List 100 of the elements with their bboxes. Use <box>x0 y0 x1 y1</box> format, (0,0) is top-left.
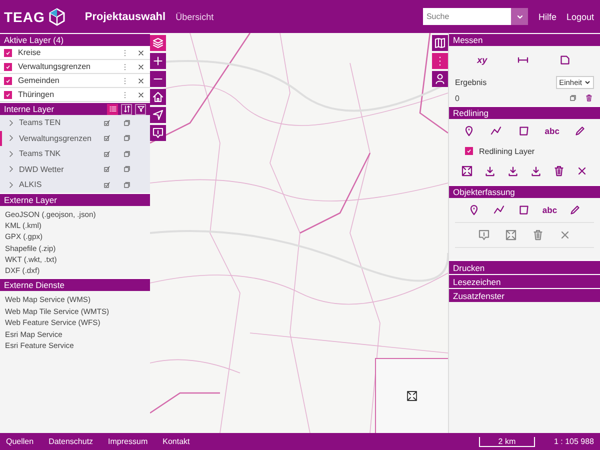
app-title: Projektauswahl <box>84 10 166 22</box>
zoom-out-button[interactable] <box>150 71 166 87</box>
polygon-tool[interactable] <box>517 124 532 138</box>
polyline-icon <box>490 125 502 137</box>
copy-button[interactable] <box>121 164 132 175</box>
scale-ratio: 1 : 105 988 <box>554 437 594 446</box>
layer-group-name: Verwaltungsgrenzen <box>19 134 92 143</box>
freehand-tool[interactable] <box>568 203 582 217</box>
plus-icon <box>152 55 164 67</box>
close-icon <box>137 90 145 98</box>
overview-map[interactable] <box>375 358 448 433</box>
home-button[interactable] <box>150 89 166 105</box>
layer-group-row[interactable]: ALKIS <box>0 177 150 192</box>
cube-logo-icon <box>46 6 67 26</box>
header-link[interactable]: Logout <box>566 12 594 22</box>
polygon-icon <box>518 204 530 216</box>
download-button[interactable] <box>529 164 544 178</box>
sort-button[interactable] <box>121 104 132 114</box>
section-title: Externe Dienste <box>4 280 64 290</box>
section-header[interactable]: Zusatzfenster <box>449 288 600 302</box>
nav-link[interactable]: Übersicht <box>176 12 214 22</box>
layer-group-name: ALKIS <box>19 180 43 190</box>
info-icon <box>478 229 490 241</box>
download-button[interactable] <box>506 164 520 178</box>
section-title: Interne Layer <box>4 104 54 114</box>
header-link[interactable]: Hilfe <box>538 12 556 22</box>
checkbox[interactable] <box>4 48 12 56</box>
download-icon <box>506 165 519 177</box>
copy-icon <box>122 165 130 174</box>
checkbox[interactable] <box>4 62 12 70</box>
layer-group-row[interactable]: Teams TNK <box>0 146 150 162</box>
list-view-button[interactable] <box>107 104 118 114</box>
area-tool[interactable] <box>558 53 572 67</box>
filter-button[interactable] <box>135 104 146 114</box>
close-icon <box>137 76 145 84</box>
freehand-tool[interactable] <box>573 124 588 138</box>
footer-link[interactable]: Datenschutz <box>48 437 94 446</box>
logo-text: TEAG <box>4 8 45 24</box>
navigation-arrow-icon <box>152 109 164 121</box>
layers-button[interactable] <box>150 35 166 51</box>
result-label: Ergebnis <box>455 78 487 86</box>
layer-name: Verwaltungsgrenzen <box>18 62 92 71</box>
section-header[interactable]: Drucken <box>449 260 600 274</box>
copy-icon <box>122 180 130 189</box>
user-button[interactable] <box>432 71 448 87</box>
layer-name: Gemeinden <box>18 76 60 85</box>
map-icon <box>434 37 446 49</box>
text-tool[interactable]: abc <box>542 203 558 217</box>
user-icon <box>434 73 446 85</box>
scale-bar: 2 km <box>478 436 535 446</box>
checkbox[interactable] <box>4 90 12 98</box>
info-button[interactable] <box>150 125 166 141</box>
polyline-icon <box>492 204 505 216</box>
copy-button[interactable] <box>121 148 132 160</box>
info-icon <box>152 127 164 139</box>
delete-button[interactable] <box>584 93 594 103</box>
copy-icon <box>122 118 130 127</box>
coordinate-tool[interactable]: xy <box>477 53 488 67</box>
download-icon <box>484 165 496 177</box>
section-header[interactable]: Lesezeichen <box>449 274 600 288</box>
select-all-button[interactable] <box>101 132 112 144</box>
zoom-extent-button[interactable] <box>460 164 474 178</box>
layer-group-name: Teams TEN <box>19 118 62 128</box>
dropdown-button[interactable] <box>511 8 528 25</box>
map-button[interactable] <box>432 35 448 51</box>
layer-row[interactable]: Verwaltungsgrenzen <box>0 60 150 74</box>
footer-link[interactable]: Kontakt <box>162 437 190 446</box>
download-icon <box>530 165 542 177</box>
home-icon <box>152 91 164 103</box>
text-tool[interactable]: abc <box>544 124 560 138</box>
copy-button[interactable] <box>568 93 578 103</box>
section-title: Redlining <box>453 108 488 118</box>
result-value: 0 <box>455 94 460 102</box>
search-field[interactable]: Suche <box>423 8 512 25</box>
layer-group-row[interactable]: DWD Wetter <box>0 162 150 177</box>
layer-row[interactable]: Gemeinden <box>0 74 150 88</box>
polygon-tool[interactable] <box>517 203 532 217</box>
close-icon <box>137 62 145 70</box>
copy-button[interactable] <box>121 179 132 190</box>
layer-name: Kreise <box>18 48 42 57</box>
layer-row[interactable]: Kreise <box>0 46 150 60</box>
footer-link[interactable]: Impressum <box>108 437 148 446</box>
layer-group-name: DWD Wetter <box>19 164 65 174</box>
trash-icon <box>532 229 544 241</box>
download-button[interactable] <box>482 164 497 178</box>
copy-button[interactable] <box>121 132 132 144</box>
section-title: Messen <box>453 35 483 45</box>
section-title: Aktive Layer (4) <box>4 35 64 45</box>
footer-link[interactable]: Quellen <box>6 437 34 446</box>
select-all-button[interactable] <box>101 164 112 175</box>
checkbox[interactable] <box>465 147 473 155</box>
fullscreen-icon <box>460 165 473 177</box>
layer-group-row[interactable]: Teams TEN <box>0 115 150 130</box>
map-pin-icon <box>468 204 480 216</box>
trash-icon <box>585 94 593 102</box>
pencil-icon <box>574 125 586 137</box>
checkbox[interactable] <box>4 76 12 84</box>
locate-button[interactable] <box>150 107 166 123</box>
zoom-in-button[interactable] <box>150 53 166 69</box>
fullscreen-icon <box>505 229 518 241</box>
